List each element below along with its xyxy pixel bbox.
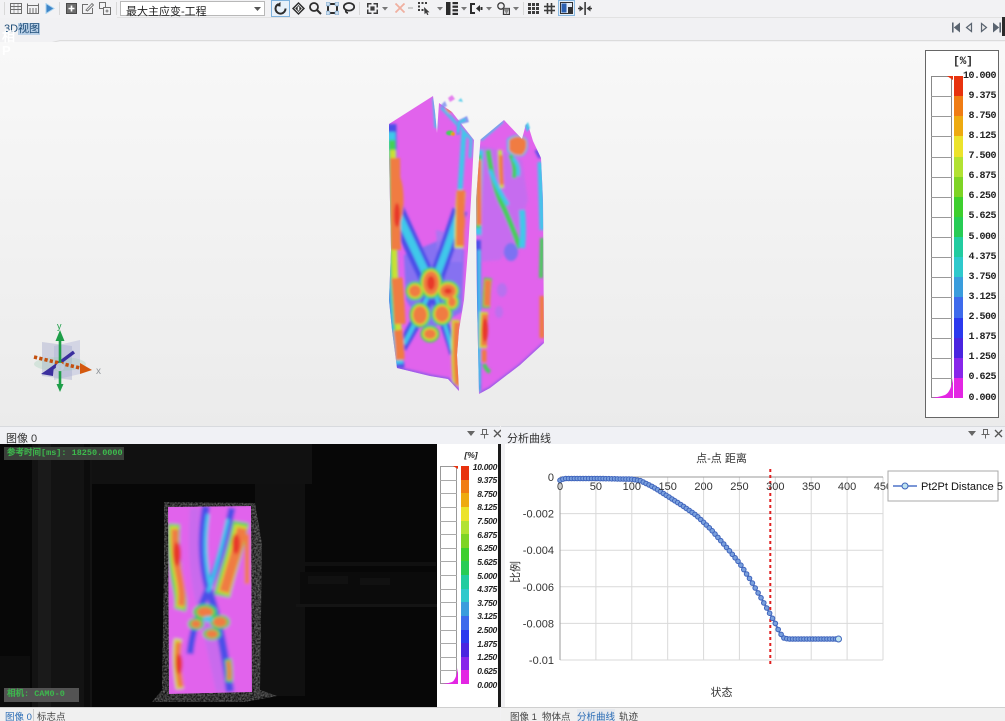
svg-text:-0.002: -0.002: [523, 509, 554, 521]
svg-text:Pt2Pt Distance 5: Pt2Pt Distance 5: [921, 481, 1003, 493]
svg-text:400: 400: [838, 481, 856, 493]
svg-text:点-点 距离: 点-点 距离: [696, 451, 747, 465]
svg-text:0: 0: [548, 472, 554, 484]
svg-text:350: 350: [802, 481, 820, 493]
svg-text:200: 200: [694, 481, 712, 493]
svg-text:50: 50: [590, 481, 602, 493]
svg-text:300: 300: [766, 481, 784, 493]
svg-text:100: 100: [623, 481, 641, 493]
svg-text:比例: 比例: [508, 561, 522, 583]
svg-text:-0.008: -0.008: [523, 618, 554, 630]
svg-text:-0.006: -0.006: [523, 582, 554, 594]
svg-text:状态: 状态: [711, 685, 733, 699]
svg-text:x: x: [96, 366, 101, 377]
svg-text:-0.004: -0.004: [523, 545, 554, 557]
svg-text:-0.01: -0.01: [529, 655, 554, 667]
svg-text:0: 0: [557, 481, 563, 493]
svg-text:150: 150: [659, 481, 677, 493]
svg-text:250: 250: [730, 481, 748, 493]
svg-text:y: y: [57, 322, 62, 331]
